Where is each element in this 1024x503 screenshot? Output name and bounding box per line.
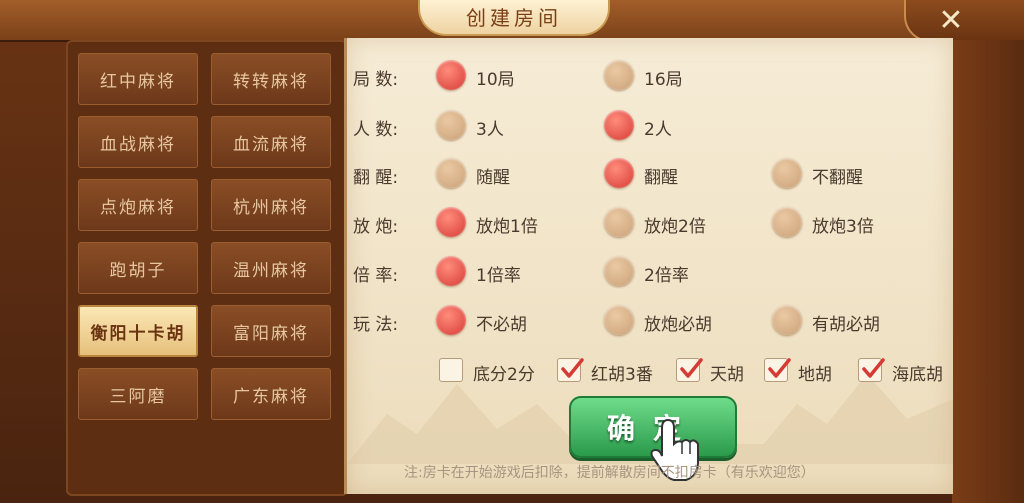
radio-button[interactable] <box>772 207 802 237</box>
radio-button[interactable] <box>436 305 466 335</box>
radio-label[interactable]: 放炮1倍 <box>476 212 538 237</box>
radio-button[interactable] <box>772 305 802 335</box>
checkbox-label[interactable]: 海底胡 <box>892 360 943 385</box>
checkbox-label[interactable]: 底分2分 <box>473 360 535 385</box>
option-label: 放 炮: <box>353 217 399 237</box>
option-label: 人 数: <box>353 120 399 140</box>
checkbox[interactable] <box>676 358 703 382</box>
game-item[interactable]: 血战麻将 <box>78 116 198 168</box>
radio-label[interactable]: 放炮3倍 <box>812 212 874 237</box>
radio-label[interactable]: 1倍率 <box>476 261 521 286</box>
close-icon: ✕ <box>938 2 964 38</box>
radio-label[interactable]: 随醒 <box>476 163 510 188</box>
radio-label[interactable]: 不必胡 <box>476 310 527 335</box>
radio-button[interactable] <box>436 110 466 140</box>
radio-label[interactable]: 2倍率 <box>644 261 689 286</box>
checkbox-label[interactable]: 天胡 <box>710 360 744 385</box>
game-item[interactable]: 衡阳十卡胡 <box>78 305 198 357</box>
radio-button[interactable] <box>604 256 634 286</box>
radio-label[interactable]: 放炮必胡 <box>644 310 712 335</box>
radio-button[interactable] <box>436 60 466 90</box>
checkbox[interactable] <box>764 358 791 382</box>
checkmark-icon <box>768 358 791 378</box>
game-item[interactable]: 杭州麻将 <box>211 179 331 231</box>
checkbox[interactable] <box>439 358 463 382</box>
game-item[interactable]: 广东麻将 <box>211 368 331 420</box>
radio-button[interactable] <box>604 207 634 237</box>
radio-label[interactable]: 16局 <box>644 65 683 90</box>
radio-label[interactable]: 翻醒 <box>644 163 678 188</box>
checkmark-icon <box>862 358 885 378</box>
option-label: 局 数: <box>353 70 399 90</box>
radio-label[interactable]: 放炮2倍 <box>644 212 706 237</box>
option-label: 翻 醒: <box>353 168 399 188</box>
game-item[interactable]: 跑胡子 <box>78 242 198 294</box>
checkbox[interactable] <box>858 358 885 382</box>
checkbox[interactable] <box>557 358 584 382</box>
checkmark-icon <box>680 358 703 378</box>
radio-button[interactable] <box>436 256 466 286</box>
radio-button[interactable] <box>604 60 634 90</box>
checkbox-label[interactable]: 地胡 <box>798 360 832 385</box>
radio-button[interactable] <box>604 158 634 188</box>
radio-button[interactable] <box>436 158 466 188</box>
radio-button[interactable] <box>436 207 466 237</box>
game-item[interactable]: 血流麻将 <box>211 116 331 168</box>
window-title: 创建房间 <box>418 0 610 36</box>
radio-label[interactable]: 2人 <box>644 115 672 140</box>
game-item[interactable]: 红中麻将 <box>78 53 198 105</box>
game-item[interactable]: 三阿磨 <box>78 368 198 420</box>
footer-note: 注:房卡在开始游戏后扣除，提前解散房间不扣房卡（有乐欢迎您） <box>404 465 815 481</box>
checkbox-label[interactable]: 红胡3番 <box>591 360 653 385</box>
checkmark-icon <box>561 358 584 378</box>
right-wood-frame <box>952 40 1024 503</box>
game-item[interactable]: 点炮麻将 <box>78 179 198 231</box>
game-item[interactable]: 富阳麻将 <box>211 305 331 357</box>
game-item[interactable]: 温州麻将 <box>211 242 331 294</box>
option-label: 倍 率: <box>353 266 399 286</box>
radio-button[interactable] <box>604 305 634 335</box>
radio-button[interactable] <box>604 110 634 140</box>
game-item[interactable]: 转转麻将 <box>211 53 331 105</box>
radio-label[interactable]: 10局 <box>476 65 515 90</box>
radio-label[interactable]: 不翻醒 <box>812 163 863 188</box>
radio-label[interactable]: 有胡必胡 <box>812 310 880 335</box>
close-button[interactable]: ✕ <box>904 0 1024 42</box>
option-label: 玩 法: <box>353 315 399 335</box>
radio-button[interactable] <box>772 158 802 188</box>
radio-label[interactable]: 3人 <box>476 115 504 140</box>
